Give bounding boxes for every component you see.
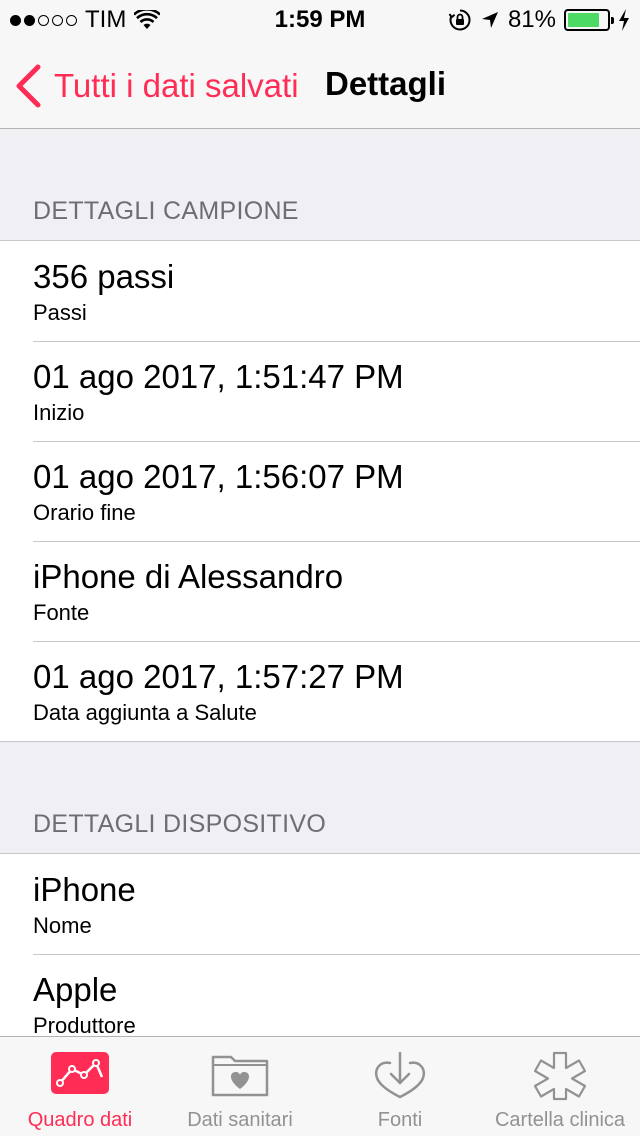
- detail-value: iPhone di Alessandro: [33, 558, 344, 595]
- detail-label: Data aggiunta a Salute: [33, 700, 257, 725]
- tab-sources[interactable]: Fonti: [320, 1037, 480, 1136]
- sample-details-group: 356 passi Passi 01 ago 2017, 1:51:47 PM …: [0, 240, 640, 742]
- detail-value: 01 ago 2017, 1:56:07 PM: [33, 458, 404, 495]
- detail-row-manufacturer: Apple Produttore: [0, 954, 640, 1036]
- detail-row-end-time: 01 ago 2017, 1:56:07 PM Orario fine: [0, 441, 640, 541]
- detail-row-steps: 356 passi Passi: [0, 241, 640, 341]
- detail-label: Nome: [33, 913, 92, 938]
- health-data-folder-icon: [211, 1055, 269, 1097]
- detail-label: Orario fine: [33, 500, 136, 525]
- device-details-group: iPhone Nome Apple Produttore: [0, 853, 640, 1036]
- detail-value: Apple: [33, 971, 118, 1008]
- tab-bar: Quadro dati Dati sanitari Fonti Cartella…: [0, 1036, 640, 1136]
- battery-level-fill: [568, 13, 599, 27]
- location-arrow-icon: [481, 12, 498, 28]
- battery-icon: [564, 9, 614, 31]
- section-header-sample-details: DETTAGLI CAMPIONE: [0, 130, 640, 240]
- tab-dashboard[interactable]: Quadro dati: [0, 1037, 160, 1136]
- rotation-lock-icon: [448, 9, 471, 31]
- section-header-label: DETTAGLI CAMPIONE: [33, 197, 299, 225]
- back-button[interactable]: Tutti i dati salvati: [14, 64, 299, 108]
- details-content[interactable]: DETTAGLI CAMPIONE 356 passi Passi 01 ago…: [0, 130, 640, 1036]
- detail-row-date-added: 01 ago 2017, 1:57:27 PM Data aggiunta a …: [0, 641, 640, 741]
- detail-row-source: iPhone di Alessandro Fonte: [0, 541, 640, 641]
- section-header-device-details: DETTAGLI DISPOSITIVO: [0, 742, 640, 853]
- back-button-label: Tutti i dati salvati: [54, 67, 299, 104]
- detail-label: Produttore: [33, 1013, 136, 1036]
- detail-label: Fonte: [33, 600, 90, 625]
- detail-label: Passi: [33, 300, 87, 325]
- tab-label: Fonti: [377, 1109, 423, 1131]
- section-header-label: DETTAGLI DISPOSITIVO: [33, 810, 327, 838]
- page-title: Dettagli: [325, 65, 447, 102]
- charging-bolt-icon: [619, 9, 629, 31]
- chevron-left-icon: [16, 64, 41, 108]
- detail-value: 01 ago 2017, 1:51:47 PM: [33, 358, 404, 395]
- detail-label: Inizio: [33, 400, 85, 425]
- detail-value: iPhone: [33, 871, 136, 908]
- status-right: 81%: [448, 8, 630, 32]
- battery-cap: [611, 17, 614, 24]
- navigation-bar: Tutti i dati salvati Dettagli: [0, 40, 640, 129]
- detail-value: 356 passi: [33, 258, 175, 295]
- tab-label: Quadro dati: [27, 1109, 133, 1131]
- dashboard-chart-icon: [51, 1052, 109, 1094]
- detail-row-device-name: iPhone Nome: [0, 854, 640, 954]
- tab-health-data[interactable]: Dati sanitari: [160, 1037, 320, 1136]
- detail-row-start: 01 ago 2017, 1:51:47 PM Inizio: [0, 341, 640, 441]
- status-bar: TIM 1:59 PM 81%: [0, 0, 640, 40]
- medical-id-asterisk-icon: [534, 1051, 586, 1101]
- tab-label: Dati sanitari: [187, 1109, 293, 1131]
- battery-percentage: 81%: [507, 6, 556, 33]
- tab-medical-id[interactable]: Cartella clinica: [480, 1037, 640, 1136]
- tab-label: Cartella clinica: [494, 1109, 626, 1131]
- detail-value: 01 ago 2017, 1:57:27 PM: [33, 658, 404, 695]
- sources-download-heart-icon: [375, 1051, 425, 1099]
